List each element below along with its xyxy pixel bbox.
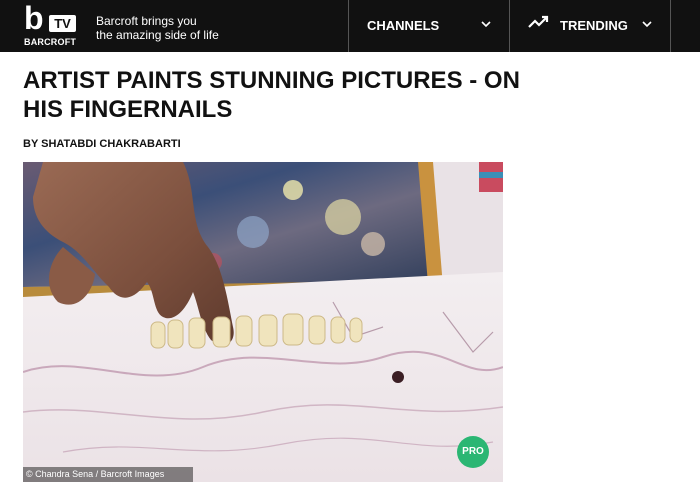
- article-title: ARTIST PAINTS STUNNING PICTURES - ON HIS…: [23, 67, 520, 123]
- nav-more[interactable]: [670, 0, 700, 52]
- tagline-line-1: Barcroft brings you: [96, 14, 197, 28]
- pro-badge[interactable]: PRO: [457, 436, 489, 468]
- trending-icon: [528, 15, 549, 28]
- article-byline: BY SHATABDI CHAKRABARTI: [23, 138, 181, 150]
- video-frame: [23, 162, 503, 482]
- barcroft-tv-logo[interactable]: b TV BARCROFT: [22, 2, 80, 47]
- image-credit: © Chandra Sena / Barcroft Images: [23, 467, 193, 482]
- tagline-line-2: the amazing side of life: [96, 28, 219, 42]
- nav-trending-label: TRENDING: [560, 18, 628, 33]
- logo-tv: TV: [49, 15, 76, 32]
- logo-brand: BARCROFT: [24, 37, 77, 47]
- chevron-down-icon: [642, 21, 652, 28]
- article-video[interactable]: [23, 162, 503, 482]
- top-navigation-bar: b TV BARCROFT Barcroft brings you the am…: [0, 0, 700, 52]
- nav-channels[interactable]: CHANNELS: [348, 0, 509, 52]
- nav-channels-label: CHANNELS: [367, 18, 440, 33]
- logo-b: b: [24, 0, 44, 36]
- chevron-down-icon: [481, 21, 491, 28]
- tagline: Barcroft brings you the amazing side of …: [96, 14, 219, 42]
- nav-trending[interactable]: TRENDING: [509, 0, 670, 52]
